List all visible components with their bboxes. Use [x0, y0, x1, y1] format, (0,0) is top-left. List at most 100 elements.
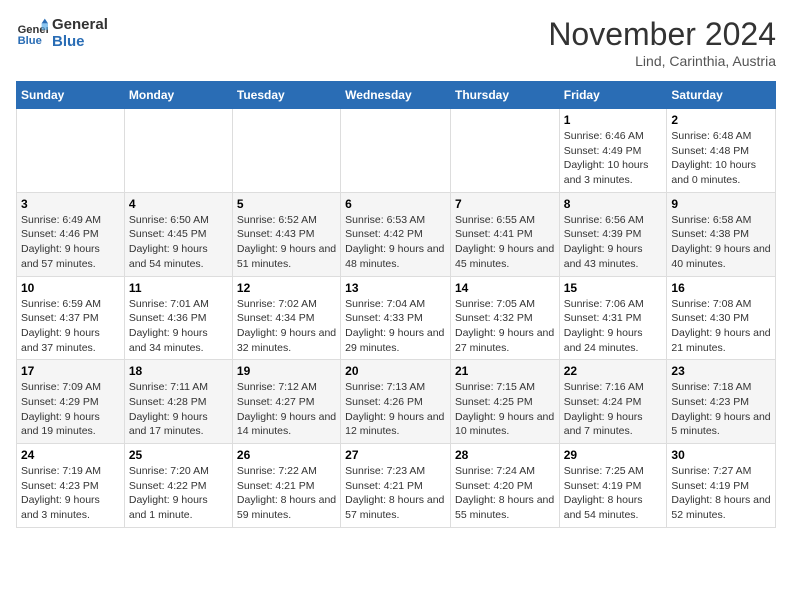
logo: General Blue General Blue [16, 16, 108, 50]
day-number: 9 [671, 197, 771, 211]
day-info: Sunrise: 7:05 AM Sunset: 4:32 PM Dayligh… [455, 297, 555, 356]
calendar-cell: 10Sunrise: 6:59 AM Sunset: 4:37 PM Dayli… [17, 276, 125, 360]
weekday-header: Thursday [450, 82, 559, 109]
calendar-cell: 26Sunrise: 7:22 AM Sunset: 4:21 PM Dayli… [232, 444, 340, 528]
day-info: Sunrise: 7:25 AM Sunset: 4:19 PM Dayligh… [564, 464, 663, 523]
day-info: Sunrise: 7:16 AM Sunset: 4:24 PM Dayligh… [564, 380, 663, 439]
day-number: 28 [455, 448, 555, 462]
calendar-cell: 16 Sunrise: 7:08 AM Sunset: 4:30 PM Dayli… [667, 276, 776, 360]
day-info: Sunrise: 6:48 AM Sunset: 4:48 PM Dayligh… [671, 129, 771, 188]
calendar-cell [232, 109, 340, 193]
day-number: 3 [21, 197, 120, 211]
calendar-cell: 19Sunrise: 7:12 AM Sunset: 4:27 PM Dayli… [232, 360, 340, 444]
calendar-cell: 29 Sunrise: 7:25 AM Sunset: 4:19 PM Dayli… [559, 444, 667, 528]
day-info: Sunrise: 6:59 AM Sunset: 4:37 PM Dayligh… [21, 297, 120, 356]
svg-text:Blue: Blue [18, 35, 42, 47]
weekday-header: Wednesday [341, 82, 451, 109]
calendar-cell: 1 Sunrise: 6:46 AM Sunset: 4:49 PM Daylig… [559, 109, 667, 193]
day-number: 15 [564, 281, 663, 295]
day-info: Sunrise: 6:52 AM Sunset: 4:43 PM Dayligh… [237, 213, 336, 272]
calendar-cell: 14 Sunrise: 7:05 AM Sunset: 4:32 PM Dayli… [450, 276, 559, 360]
day-number: 11 [129, 281, 228, 295]
calendar-cell: 13 Sunrise: 7:04 AM Sunset: 4:33 PM Dayli… [341, 276, 451, 360]
weekday-header-row: SundayMondayTuesdayWednesdayThursdayFrid… [17, 82, 776, 109]
day-number: 5 [237, 197, 336, 211]
day-number: 23 [671, 364, 771, 378]
day-info: Sunrise: 7:15 AM Sunset: 4:25 PM Dayligh… [455, 380, 555, 439]
calendar-cell: 23 Sunrise: 7:18 AM Sunset: 4:23 PM Dayli… [667, 360, 776, 444]
calendar-cell: 2Sunrise: 6:48 AM Sunset: 4:48 PM Daylig… [667, 109, 776, 193]
day-info: Sunrise: 7:04 AM Sunset: 4:33 PM Dayligh… [345, 297, 446, 356]
day-info: Sunrise: 7:20 AM Sunset: 4:22 PM Dayligh… [129, 464, 228, 523]
calendar-week-row: 17Sunrise: 7:09 AM Sunset: 4:29 PM Dayli… [17, 360, 776, 444]
day-info: Sunrise: 7:06 AM Sunset: 4:31 PM Dayligh… [564, 297, 663, 356]
day-info: Sunrise: 7:12 AM Sunset: 4:27 PM Dayligh… [237, 380, 336, 439]
calendar-cell: 6Sunrise: 6:53 AM Sunset: 4:42 PM Daylig… [341, 192, 451, 276]
day-number: 25 [129, 448, 228, 462]
day-info: Sunrise: 7:19 AM Sunset: 4:23 PM Dayligh… [21, 464, 120, 523]
location-subtitle: Lind, Carinthia, Austria [548, 53, 776, 69]
weekday-header: Sunday [17, 82, 125, 109]
day-info: Sunrise: 7:01 AM Sunset: 4:36 PM Dayligh… [129, 297, 228, 356]
calendar-cell [341, 109, 451, 193]
day-number: 13 [345, 281, 446, 295]
day-info: Sunrise: 7:27 AM Sunset: 4:19 PM Dayligh… [671, 464, 771, 523]
day-info: Sunrise: 6:49 AM Sunset: 4:46 PM Dayligh… [21, 213, 120, 272]
title-block: November 2024 Lind, Carinthia, Austria [548, 16, 776, 69]
calendar-cell: 22 Sunrise: 7:16 AM Sunset: 4:24 PM Dayli… [559, 360, 667, 444]
calendar-cell [124, 109, 232, 193]
calendar-cell: 4 Sunrise: 6:50 AM Sunset: 4:45 PM Daylig… [124, 192, 232, 276]
page-header: General Blue General Blue November 2024 … [16, 16, 776, 69]
day-info: Sunrise: 7:18 AM Sunset: 4:23 PM Dayligh… [671, 380, 771, 439]
day-number: 7 [455, 197, 555, 211]
weekday-header: Friday [559, 82, 667, 109]
calendar-cell: 7 Sunrise: 6:55 AM Sunset: 4:41 PM Daylig… [450, 192, 559, 276]
day-info: Sunrise: 7:23 AM Sunset: 4:21 PM Dayligh… [345, 464, 446, 523]
day-number: 14 [455, 281, 555, 295]
day-info: Sunrise: 6:55 AM Sunset: 4:41 PM Dayligh… [455, 213, 555, 272]
calendar-cell: 28 Sunrise: 7:24 AM Sunset: 4:20 PM Dayli… [450, 444, 559, 528]
day-number: 16 [671, 281, 771, 295]
day-number: 30 [671, 448, 771, 462]
weekday-header: Monday [124, 82, 232, 109]
calendar-cell: 17Sunrise: 7:09 AM Sunset: 4:29 PM Dayli… [17, 360, 125, 444]
calendar-week-row: 1 Sunrise: 6:46 AM Sunset: 4:49 PM Daylig… [17, 109, 776, 193]
day-info: Sunrise: 6:58 AM Sunset: 4:38 PM Dayligh… [671, 213, 771, 272]
calendar-week-row: 24 Sunrise: 7:19 AM Sunset: 4:23 PM Dayli… [17, 444, 776, 528]
day-info: Sunrise: 7:02 AM Sunset: 4:34 PM Dayligh… [237, 297, 336, 356]
day-number: 22 [564, 364, 663, 378]
day-info: Sunrise: 7:24 AM Sunset: 4:20 PM Dayligh… [455, 464, 555, 523]
day-number: 12 [237, 281, 336, 295]
day-number: 8 [564, 197, 663, 211]
calendar-cell: 5 Sunrise: 6:52 AM Sunset: 4:43 PM Daylig… [232, 192, 340, 276]
logo-icon: General Blue [16, 17, 48, 49]
calendar-cell: 24 Sunrise: 7:19 AM Sunset: 4:23 PM Dayli… [17, 444, 125, 528]
day-number: 1 [564, 113, 663, 127]
calendar-week-row: 10Sunrise: 6:59 AM Sunset: 4:37 PM Dayli… [17, 276, 776, 360]
day-number: 21 [455, 364, 555, 378]
calendar-cell: 21 Sunrise: 7:15 AM Sunset: 4:25 PM Dayli… [450, 360, 559, 444]
day-info: Sunrise: 6:46 AM Sunset: 4:49 PM Dayligh… [564, 129, 663, 188]
calendar-cell: 25 Sunrise: 7:20 AM Sunset: 4:22 PM Dayli… [124, 444, 232, 528]
logo-blue: Blue [52, 33, 108, 50]
calendar-cell: 9 Sunrise: 6:58 AM Sunset: 4:38 PM Daylig… [667, 192, 776, 276]
day-info: Sunrise: 7:13 AM Sunset: 4:26 PM Dayligh… [345, 380, 446, 439]
day-number: 4 [129, 197, 228, 211]
day-info: Sunrise: 6:50 AM Sunset: 4:45 PM Dayligh… [129, 213, 228, 272]
day-number: 20 [345, 364, 446, 378]
day-number: 24 [21, 448, 120, 462]
calendar-cell: 15 Sunrise: 7:06 AM Sunset: 4:31 PM Dayli… [559, 276, 667, 360]
day-number: 29 [564, 448, 663, 462]
calendar-cell: 3 Sunrise: 6:49 AM Sunset: 4:46 PM Daylig… [17, 192, 125, 276]
logo-general: General [52, 16, 108, 33]
calendar-cell: 8 Sunrise: 6:56 AM Sunset: 4:39 PM Daylig… [559, 192, 667, 276]
weekday-header: Saturday [667, 82, 776, 109]
day-info: Sunrise: 7:09 AM Sunset: 4:29 PM Dayligh… [21, 380, 120, 439]
calendar-table: SundayMondayTuesdayWednesdayThursdayFrid… [16, 81, 776, 528]
day-info: Sunrise: 6:56 AM Sunset: 4:39 PM Dayligh… [564, 213, 663, 272]
calendar-cell: 11 Sunrise: 7:01 AM Sunset: 4:36 PM Dayli… [124, 276, 232, 360]
calendar-cell: 20 Sunrise: 7:13 AM Sunset: 4:26 PM Dayli… [341, 360, 451, 444]
weekday-header: Tuesday [232, 82, 340, 109]
calendar-cell: 30 Sunrise: 7:27 AM Sunset: 4:19 PM Dayli… [667, 444, 776, 528]
day-info: Sunrise: 7:08 AM Sunset: 4:30 PM Dayligh… [671, 297, 771, 356]
